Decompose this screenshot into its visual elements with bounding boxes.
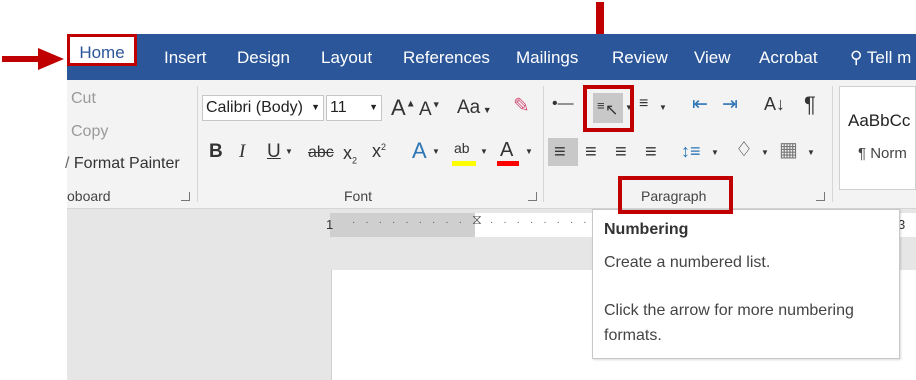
line-spacing-icon[interactable]: ↕≡ [681, 142, 701, 160]
highlight-swatch [452, 161, 476, 166]
cut-button[interactable]: Cut [71, 90, 96, 108]
font-color-icon: A [500, 139, 514, 161]
chevron-down-icon: ▼ [369, 102, 378, 112]
text-effects-icon[interactable]: A [412, 140, 427, 162]
change-case-button[interactable]: Aa ▼ [457, 98, 492, 117]
annotation-arrow-left [2, 48, 64, 70]
strikethrough-button[interactable]: abc [308, 145, 334, 161]
ribbon-tab-bar: Home Insert Design Layout References Mai… [67, 34, 916, 80]
show-formatting-marks-icon[interactable]: ¶ [804, 94, 816, 116]
multilevel-list-icon[interactable]: ≡ [639, 96, 648, 112]
clipboard-group-label: oboard [67, 188, 111, 204]
underline-icon[interactable]: U [267, 142, 281, 161]
font-family-select[interactable]: Calibri (Body) ▼ [202, 95, 324, 121]
bullets-icon[interactable]: •— [552, 96, 574, 112]
group-separator [832, 86, 833, 202]
group-separator [197, 86, 198, 202]
font-color-button[interactable]: A [497, 140, 519, 168]
borders-icon[interactable]: ▦ [779, 140, 798, 160]
format-painter-icon: / [65, 155, 70, 172]
tab-references[interactable]: References [403, 34, 490, 80]
tooltip-description: Create a numbered list. [604, 254, 771, 271]
tooltip-hint: Click the arrow for more numbering [604, 302, 854, 319]
bold-icon[interactable]: B [209, 142, 223, 161]
numbering-tooltip: Numbering Create a numbered list. Click … [592, 209, 900, 359]
paragraph-launcher-icon[interactable] [816, 192, 825, 201]
font-group-label: Font [344, 188, 373, 204]
increase-indent-icon[interactable]: ⇥ [722, 95, 738, 114]
chevron-down-icon[interactable]: ▼ [807, 149, 815, 157]
format-painter-button[interactable]: / Format Painter [65, 155, 180, 173]
ruler-ticks: ········· [352, 217, 472, 228]
annotation-box-paragraph [618, 176, 733, 214]
tab-mailings[interactable]: Mailings [516, 34, 578, 80]
tab-home[interactable]: Home [67, 34, 137, 66]
copy-button[interactable]: Copy [71, 123, 108, 141]
style-normal-tile[interactable]: AaBbCc ¶ Norm [839, 86, 916, 190]
highlight-color-button[interactable]: ab [452, 141, 476, 167]
italic-icon[interactable]: I [239, 142, 245, 161]
font-color-swatch [497, 161, 519, 166]
tab-view[interactable]: View [694, 34, 731, 80]
chevron-down-icon[interactable]: ▼ [525, 148, 533, 156]
group-separator [543, 86, 544, 202]
tooltip-title: Numbering [604, 221, 689, 238]
align-center-icon[interactable]: ≡ [585, 142, 597, 162]
font-size-select[interactable]: 11 ▼ [326, 95, 382, 121]
justify-icon[interactable]: ≡ [645, 142, 657, 162]
font-launcher-icon[interactable] [528, 192, 537, 201]
lightbulb-icon: ⚲ [850, 48, 863, 67]
align-right-icon[interactable]: ≡ [615, 142, 627, 162]
tab-layout[interactable]: Layout [321, 34, 372, 80]
tab-review[interactable]: Review [612, 34, 668, 80]
subscript-icon[interactable]: x2 [343, 144, 357, 166]
tell-me-search[interactable]: ⚲ Tell m [850, 34, 911, 80]
tab-design[interactable]: Design [237, 34, 290, 80]
chevron-down-icon: ▼ [311, 102, 320, 112]
shading-icon[interactable]: ♢ [735, 140, 753, 160]
grow-font-icon[interactable]: A▲ [391, 97, 416, 119]
chevron-down-icon[interactable]: ▼ [761, 149, 769, 157]
chevron-down-icon[interactable]: ▼ [659, 104, 667, 112]
tab-insert[interactable]: Insert [164, 34, 207, 80]
chevron-down-icon[interactable]: ▼ [480, 148, 488, 156]
ruler-ticks: ········ [490, 217, 597, 228]
shrink-font-icon[interactable]: A▼ [419, 100, 441, 119]
chevron-down-icon[interactable]: ▼ [432, 148, 440, 156]
chevron-down-icon: ▼ [480, 105, 492, 115]
sort-icon[interactable]: A↓ [764, 95, 785, 113]
highlighter-icon: ab [454, 140, 470, 156]
ruler-number: 1 [326, 217, 334, 232]
tooltip-hint-continued: formats. [604, 327, 662, 344]
clear-formatting-icon[interactable]: ✎ [513, 96, 530, 116]
annotation-box-numbering [583, 85, 634, 132]
chevron-down-icon[interactable]: ▼ [285, 148, 293, 156]
align-left-button[interactable]: ≡ [548, 138, 578, 166]
align-left-icon: ≡ [554, 141, 566, 163]
superscript-icon[interactable]: x2 [372, 142, 386, 160]
ribbon-home: Cut Copy / Format Painter oboard Calibri… [65, 80, 916, 209]
indent-marker-icon[interactable]: ⧖ [472, 211, 482, 228]
decrease-indent-icon[interactable]: ⇤ [692, 95, 708, 114]
chevron-down-icon[interactable]: ▼ [711, 149, 719, 157]
tab-acrobat[interactable]: Acrobat [759, 34, 818, 80]
clipboard-launcher-icon[interactable] [181, 192, 190, 201]
